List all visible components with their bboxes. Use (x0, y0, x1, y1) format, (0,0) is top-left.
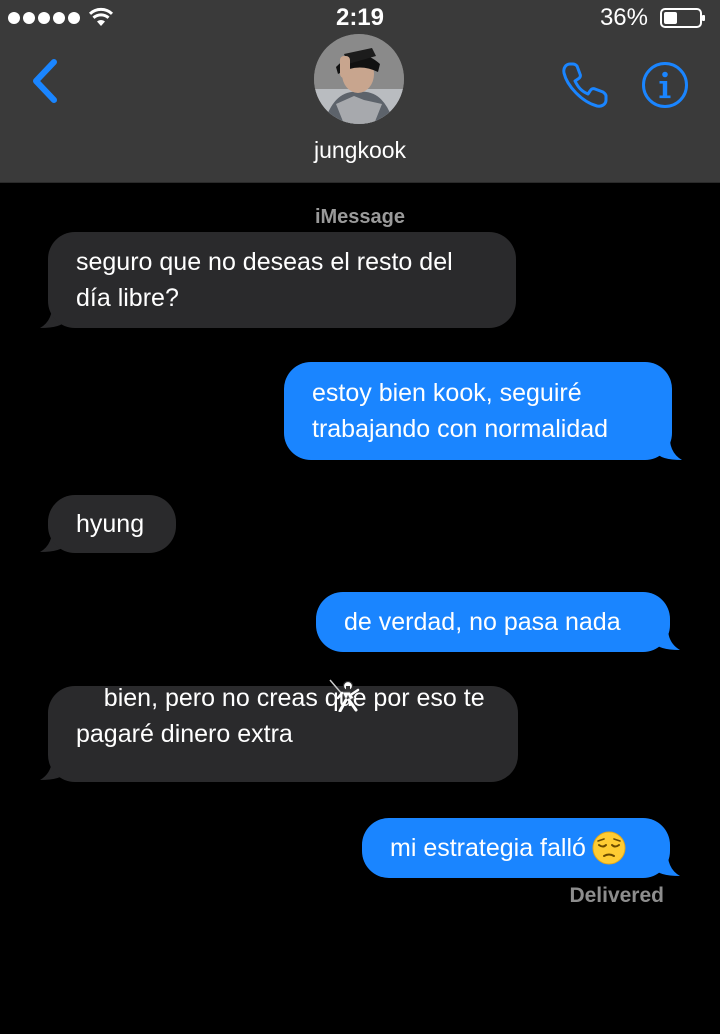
info-icon[interactable] (641, 61, 689, 109)
message-bubble-outgoing[interactable]: de verdad, no pasa nada (316, 592, 670, 652)
contact-name[interactable]: jungkook (0, 137, 720, 164)
message-text: bien, pero no creas que por eso te pagar… (76, 684, 485, 748)
phone-icon[interactable] (560, 60, 610, 110)
message-bubble-outgoing[interactable]: estoy bien kook, seguiré trabajando con … (284, 362, 672, 460)
message-bubble-incoming[interactable]: seguro que no deseas el resto del día li… (48, 232, 516, 328)
message-bubble-outgoing[interactable]: mi estrategia falló (362, 818, 670, 878)
back-chevron-icon[interactable] (30, 58, 60, 104)
message-text: mi estrategia falló (390, 834, 586, 862)
battery-percentage: 36% (599, 4, 648, 31)
contact-avatar[interactable] (314, 34, 404, 124)
pensive-face-emoji (592, 831, 626, 865)
service-label: iMessage (314, 206, 406, 228)
status-bar: 2:19 36% (0, 0, 720, 38)
conversation-header: 2:19 36% jungkook (0, 0, 720, 183)
message-bubble-incoming[interactable]: bien, pero no creas que por eso te pagar… (48, 679, 518, 782)
message-bubble-incoming[interactable]: hyung (48, 495, 176, 553)
delivered-status: Delivered (569, 884, 664, 907)
battery-icon (660, 8, 705, 28)
fencer-emoji (329, 679, 360, 712)
avatar-image (314, 34, 404, 124)
